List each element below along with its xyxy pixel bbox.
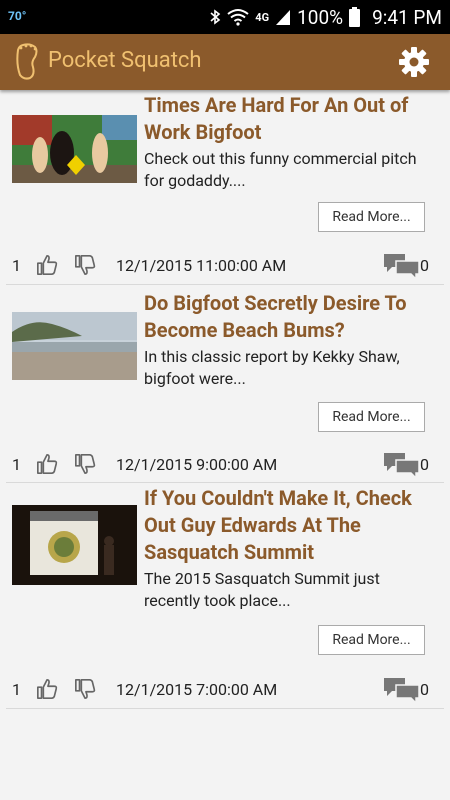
thumbs-up-icon[interactable] <box>36 254 58 276</box>
network-type: 4G <box>255 10 270 24</box>
gear-icon <box>399 47 429 77</box>
article-meta: 1 12/1/2015 7:00:00 AM 0 <box>6 676 444 704</box>
article-thumbnail[interactable] <box>12 505 137 585</box>
read-more-button[interactable]: Read More... <box>318 625 425 655</box>
like-count: 1 <box>12 680 21 699</box>
article-title[interactable]: If You Couldn't Make It, Check Out Guy E… <box>144 485 429 566</box>
comment-count: 0 <box>420 455 429 474</box>
comments-icon[interactable] <box>383 252 421 280</box>
footprint-logo-icon <box>16 43 38 80</box>
read-more-button[interactable]: Read More... <box>318 202 425 232</box>
publish-date: 12/1/2015 7:00:00 AM <box>116 680 278 699</box>
battery-level: 100% <box>297 5 344 29</box>
read-more-button[interactable]: Read More... <box>318 402 425 432</box>
weather-temperature: 70° <box>8 9 27 23</box>
battery-icon <box>349 7 361 27</box>
clock: 9:41 PM <box>372 5 442 29</box>
app-title: Pocket Squatch <box>48 48 202 73</box>
thumbs-down-icon[interactable] <box>74 678 96 700</box>
publish-date: 12/1/2015 9:00:00 AM <box>116 455 278 474</box>
thumbs-down-icon[interactable] <box>74 254 96 276</box>
article-thumbnail[interactable] <box>12 115 137 183</box>
article-title[interactable]: Times Are Hard For An Out of Work Bigfoo… <box>144 92 429 146</box>
article-title[interactable]: Do Bigfoot Secretly Desire To Become Bea… <box>144 290 429 344</box>
article-item[interactable]: Times Are Hard For An Out of Work Bigfoo… <box>6 90 444 285</box>
like-count: 1 <box>12 455 21 474</box>
wifi-icon <box>227 9 249 26</box>
comments-icon[interactable] <box>383 676 421 704</box>
article-item[interactable]: Do Bigfoot Secretly Desire To Become Bea… <box>6 284 444 483</box>
thumbs-up-icon[interactable] <box>36 678 58 700</box>
publish-date: 12/1/2015 11:00:00 AM <box>116 256 287 275</box>
thumbs-up-icon[interactable] <box>36 453 58 475</box>
article-summary: The 2015 Sasquatch Summit just recently … <box>144 569 380 610</box>
bluetooth-icon <box>210 9 221 25</box>
article-meta: 1 12/1/2015 11:00:00 AM 0 <box>6 252 444 280</box>
app-bar: Pocket Squatch <box>0 34 450 90</box>
article-summary: Check out this funny commercial pitch fo… <box>144 149 417 190</box>
like-count: 1 <box>12 256 21 275</box>
article-thumbnail[interactable] <box>12 312 137 380</box>
comment-count: 0 <box>420 256 429 275</box>
status-icons: 4G 100% 9:41 PM <box>209 3 442 31</box>
settings-button[interactable] <box>396 44 432 80</box>
article-meta: 1 12/1/2015 9:00:00 AM 0 <box>6 451 444 479</box>
status-bar: 70° 4G 100% 9:41 PM <box>0 0 450 34</box>
article-summary: In this classic report by Kekky Shaw, bi… <box>144 347 400 388</box>
article-item[interactable]: If You Couldn't Make It, Check Out Guy E… <box>6 482 444 709</box>
comments-icon[interactable] <box>383 451 421 479</box>
comment-count: 0 <box>420 680 429 699</box>
signal-icon <box>276 10 291 25</box>
thumbs-down-icon[interactable] <box>74 453 96 475</box>
